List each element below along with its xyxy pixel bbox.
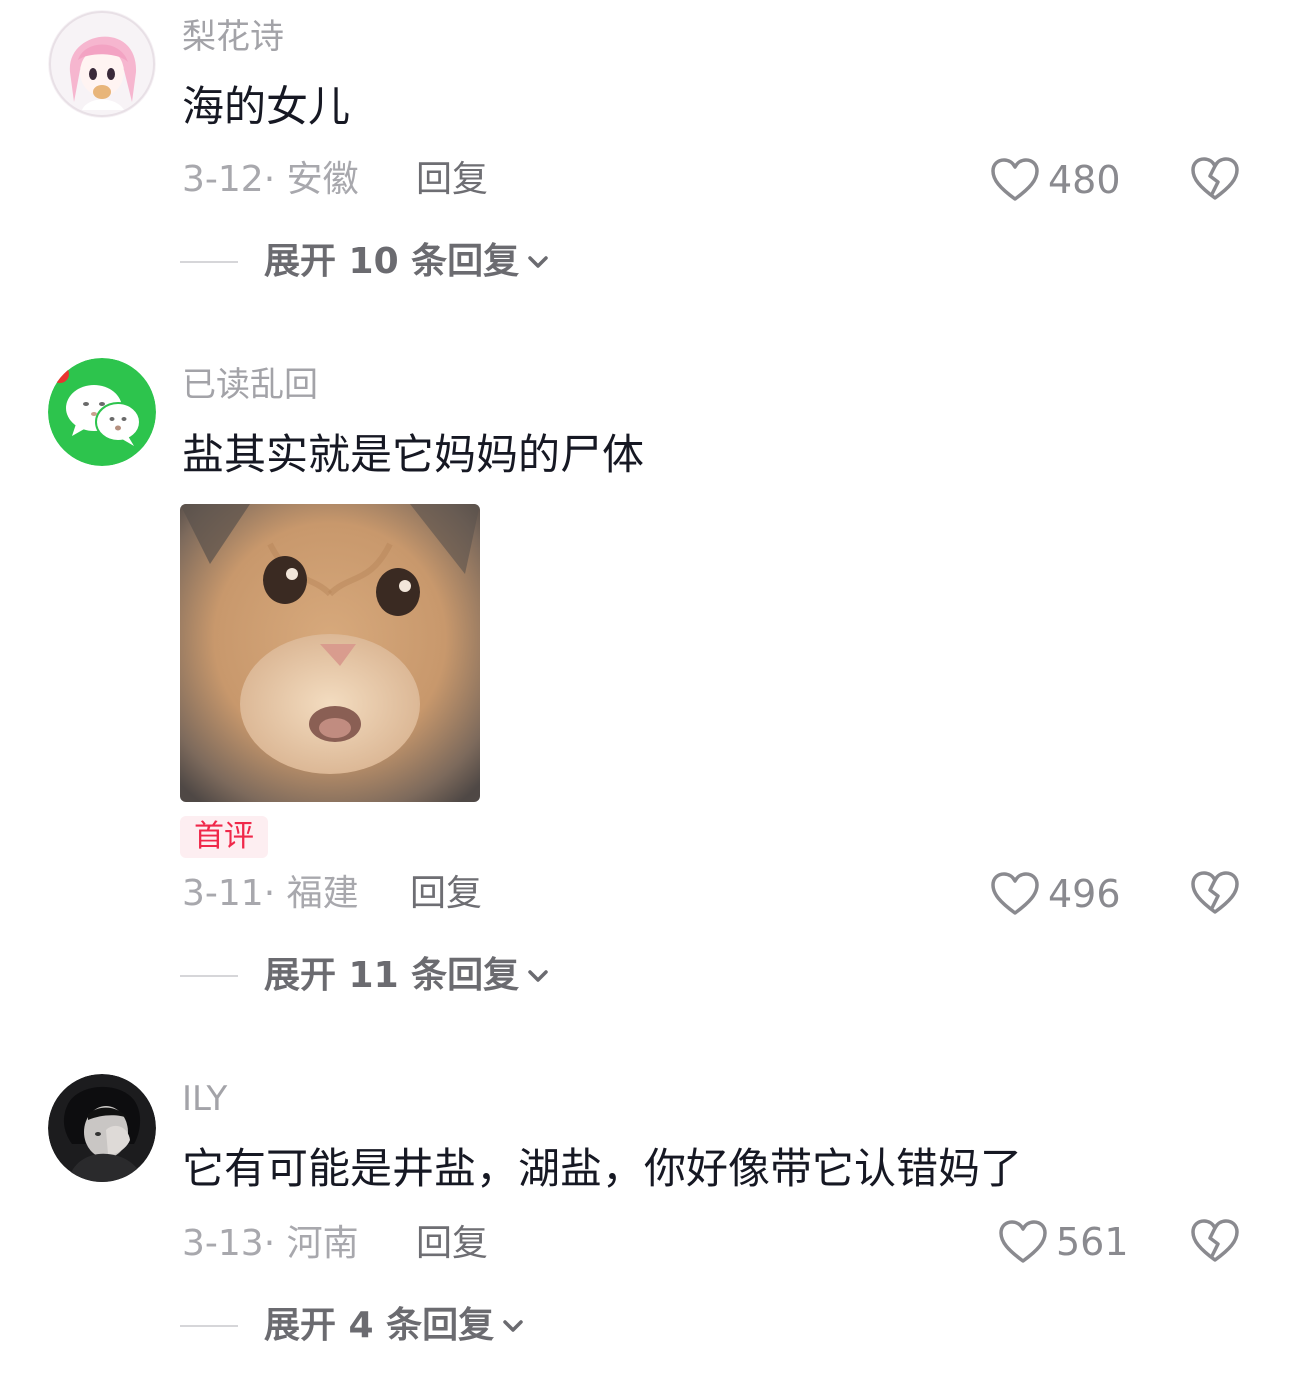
- comment-item: ILY 它有可能是井盐，湖盐，你好像带它认错妈了 3-13· 河南 回复 561…: [0, 0, 1290, 1384]
- avatar[interactable]: [48, 1074, 156, 1182]
- reply-button[interactable]: 回复: [416, 1226, 488, 1262]
- date-location: 3-13· 河南: [182, 1223, 359, 1264]
- username[interactable]: ILY: [182, 1082, 227, 1116]
- dislike-button[interactable]: [1190, 1218, 1240, 1266]
- expand-replies-button[interactable]: 展开 4 条回复: [180, 1304, 526, 1348]
- chevron-down-icon: [503, 1320, 523, 1332]
- comment-text: 它有可能是井盐，湖盐，你好像带它认错妈了: [182, 1144, 1023, 1193]
- divider-line: [180, 1325, 238, 1327]
- heart-icon: [999, 1220, 1047, 1263]
- dark-portrait-avatar-icon: [48, 1074, 156, 1182]
- like-count: 561: [1056, 1220, 1129, 1264]
- broken-heart-icon: [1191, 1219, 1239, 1262]
- expand-replies-label: 展开 4 条回复: [264, 1305, 495, 1346]
- like-button[interactable]: 561: [998, 1218, 1129, 1266]
